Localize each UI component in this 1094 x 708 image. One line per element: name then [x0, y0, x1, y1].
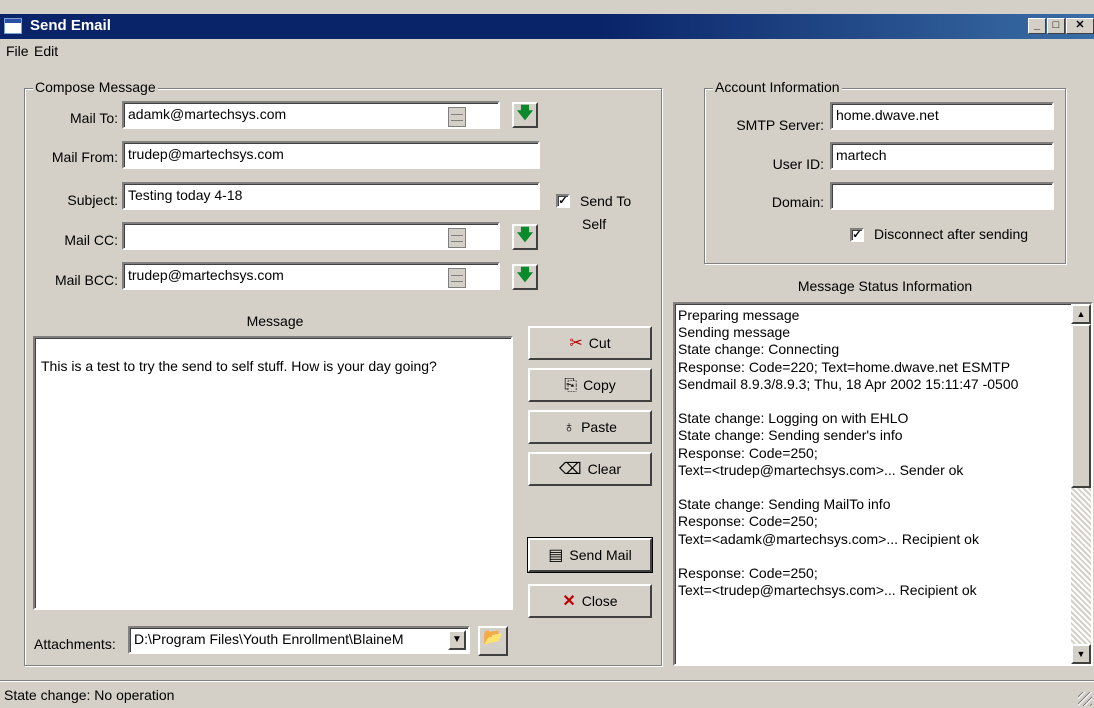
mail-to-label: Mail To: [70, 110, 118, 126]
status-log-line: Response: Code=250; [678, 444, 818, 461]
status-info-label: Message Status Information [797, 278, 973, 294]
subject-field[interactable]: Testing today 4-18 [122, 182, 540, 210]
send-mail-icon: ▤ [548, 547, 564, 564]
status-log-lines: Preparing message Sending message State ch… [678, 307, 1067, 599]
send-email-window: Send Email _ □ ✕ File Edit Compose Messa… [0, 0, 1094, 708]
close-x-icon: ✕ [562, 593, 576, 610]
close-button[interactable]: ✕ Close [528, 584, 652, 618]
copy-icon: ⎘ [564, 377, 578, 394]
status-log-line [678, 548, 1067, 565]
paste-icon: ♁ [563, 419, 576, 436]
message-label: Message [246, 313, 304, 329]
mail-from-label: Mail From: [51, 149, 118, 165]
open-folder-icon[interactable]: 📂 [478, 626, 508, 656]
status-log-line: State change: Logging on with EHLO [678, 410, 909, 427]
status-scrollbar[interactable]: ▲ ▼ [1071, 304, 1091, 664]
status-log-line: Response: Code=250; [678, 565, 818, 581]
maximize-button[interactable]: □ [1047, 18, 1065, 34]
scroll-thumb[interactable] [1071, 324, 1091, 488]
scroll-down-icon[interactable]: ▼ [1071, 644, 1091, 664]
status-bar: State change: No operation [0, 680, 1094, 708]
window-title: Send Email [30, 17, 111, 34]
subject-label: Subject: [67, 192, 118, 208]
account-info-label: Account Information [713, 79, 842, 95]
mail-bcc-field[interactable]: trudep@martechsys.com [122, 262, 500, 290]
status-log-line: Text=<trudep@martechsys.com>... Sender o… [678, 461, 964, 478]
scissors-icon: ✂ [569, 335, 583, 352]
smtp-server-label: SMTP Server: [736, 117, 824, 133]
status-log-line: State change: Sending MailTo info [678, 496, 891, 513]
status-log-line: Preparing message [678, 307, 800, 323]
disconnect-label: Disconnect after sending [874, 226, 1029, 242]
menu-edit[interactable]: Edit [34, 43, 58, 59]
user-id-label: User ID: [772, 156, 824, 172]
scroll-up-icon[interactable]: ▲ [1071, 304, 1091, 324]
menu-file[interactable]: File [6, 43, 29, 59]
mail-cc-field[interactable] [122, 222, 500, 250]
domain-field[interactable] [830, 182, 1054, 210]
status-log-line: Text=<trudep@martechsys.com>... Recipien… [678, 582, 977, 599]
status-log-line: Response: Code=220; Text=home.dwave.net … [678, 358, 1011, 375]
menu-bar: File Edit [0, 40, 1094, 62]
user-id-field[interactable]: martech [830, 142, 1054, 170]
status-bar-text: State change: No operation [4, 687, 175, 703]
status-log-line [678, 393, 1067, 410]
status-info-log[interactable]: Preparing message Sending message State ch… [673, 302, 1093, 666]
copy-button[interactable]: ⎘ Copy [528, 368, 652, 402]
send-mail-button[interactable]: ▤ Send Mail [528, 538, 652, 572]
domain-label: Domain: [771, 194, 824, 210]
status-log-line: State change: Connecting [678, 341, 840, 358]
status-log-line: Sending message [678, 324, 791, 341]
mail-cc-spinner[interactable] [448, 228, 466, 248]
clear-button[interactable]: ⌫ Clear [528, 452, 652, 486]
mail-cc-label: Mail CC: [64, 232, 118, 248]
compose-message-label: Compose Message [33, 79, 158, 95]
resize-grip-icon[interactable] [1078, 692, 1092, 706]
mail-to-field[interactable]: adamk@martechsys.com [122, 101, 500, 129]
minimize-button[interactable]: _ [1028, 18, 1046, 34]
mail-to-add-button[interactable]: 🡇 [512, 102, 538, 128]
send-to-self-checkbox[interactable]: ✓ [556, 194, 570, 208]
status-log-line: Response: Code=250; [678, 513, 818, 530]
disconnect-checkbox[interactable]: ✓ [850, 228, 864, 242]
attachments-combo[interactable]: D:\Program Files\Youth Enrollment\Blaine… [128, 626, 470, 654]
mail-bcc-spinner[interactable] [448, 268, 466, 288]
window-app-icon [4, 18, 22, 34]
cut-button[interactable]: ✂ Cut [528, 326, 652, 360]
mail-bcc-label: Mail BCC: [54, 272, 118, 288]
send-to-self-label-line2: Self [582, 216, 607, 232]
close-window-button[interactable]: ✕ [1066, 18, 1094, 34]
mail-bcc-add-button[interactable]: 🡇 [512, 264, 538, 290]
status-log-line: State change: Sending sender's info [678, 427, 903, 444]
send-to-self-label-line1: Send To [580, 193, 632, 209]
eraser-icon: ⌫ [558, 461, 582, 478]
attachments-dropdown-button[interactable]: ▼ [448, 630, 466, 650]
attachments-label: Attachments: [34, 636, 116, 652]
message-textarea[interactable]: This is a test to try the send to self s… [33, 336, 513, 610]
title-bar[interactable]: Send Email _ □ ✕ [0, 14, 1094, 39]
mail-to-spinner[interactable] [448, 107, 466, 127]
paste-button[interactable]: ♁ Paste [528, 410, 652, 444]
status-log-line [678, 479, 1067, 496]
status-log-line: Sendmail 8.9.3/8.9.3; Thu, 18 Apr 2002 1… [678, 375, 1019, 392]
status-log-line: Text=<adamk@martechsys.com>... Recipient… [678, 530, 979, 547]
mail-cc-add-button[interactable]: 🡇 [512, 224, 538, 250]
smtp-server-field[interactable]: home.dwave.net [830, 102, 1054, 130]
mail-from-field[interactable]: trudep@martechsys.com [122, 141, 540, 169]
